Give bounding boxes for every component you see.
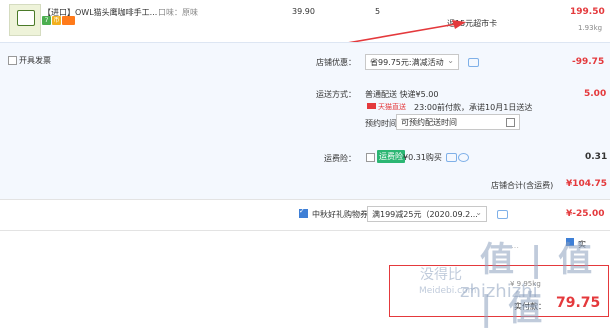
calendar-icon: [506, 118, 515, 127]
tmall-delivery-tag: 天猫直送: [367, 102, 406, 112]
check-icon: ✓: [299, 207, 305, 215]
coupon-select[interactable]: 满199减25元（2020.09.2... ⌄: [367, 206, 487, 222]
delivery-fee: 5.00: [584, 89, 607, 99]
shop-total-label: 店铺合计(含运费): [491, 181, 554, 190]
chevron-down-icon: ⌄: [447, 56, 454, 65]
reserve-time-select[interactable]: 可预约配送时间: [396, 114, 520, 130]
chevron-down-icon: ⌄: [475, 208, 482, 217]
insurance-amount: 0.31: [585, 152, 608, 162]
delivery-label: 运送方式：: [316, 90, 356, 99]
divider: [0, 199, 610, 200]
coupon-amount: ¥-25.00: [566, 209, 605, 219]
divider: [0, 230, 610, 231]
shop-discount-select[interactable]: 省99.75元:满减活动 ⌄: [365, 54, 459, 70]
insurance-tag: 运费险: [377, 150, 405, 163]
chat-icon[interactable]: [446, 153, 457, 162]
shop-discount-label: 店铺优惠：: [316, 58, 356, 67]
shop-discount-amount: -99.75: [572, 57, 605, 67]
coupon-label: 中秋好礼购物券: [312, 210, 368, 219]
chat-icon[interactable]: [468, 58, 479, 67]
tmall-icon: [367, 103, 376, 109]
insurance-text: ¥0.31购买: [403, 153, 442, 162]
reserve-label: 预约时间: [365, 119, 397, 128]
shop-total-amount: ¥104.75: [566, 179, 607, 189]
invoice-checkbox[interactable]: [8, 56, 17, 65]
insurance-label: 运费险：: [324, 154, 356, 163]
reserve-placeholder: 可预约配送时间: [401, 118, 457, 127]
watermark-brand: 没得比: [420, 267, 462, 283]
invoice-label: 开具发票: [19, 56, 51, 65]
shop-discount-value: 省99.75元:满减活动: [370, 58, 444, 67]
chat-icon[interactable]: [497, 210, 508, 219]
delivery-promise: 23:00前付款，承诺10月1日送达: [414, 103, 533, 112]
order-options-section: 开具发票 店铺优惠： 省99.75元:满减活动 ⌄ -99.75 运送方式： 普…: [0, 42, 610, 199]
coupon-value: 满199减25元（2020.09.2...: [372, 210, 478, 219]
delivery-method: 普通配送 快递¥5.00: [365, 90, 439, 99]
insurance-checkbox[interactable]: [366, 153, 375, 162]
watermark-site: Meidebi.com: [419, 286, 477, 296]
help-icon[interactable]: [458, 153, 469, 162]
